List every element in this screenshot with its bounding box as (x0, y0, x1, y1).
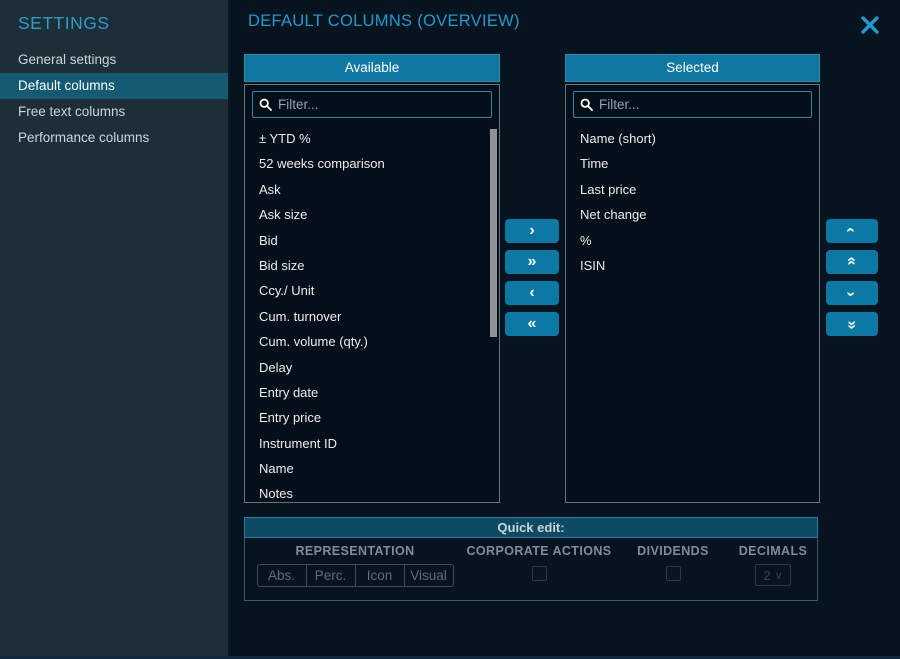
search-icon (259, 98, 272, 111)
available-scrollbar[interactable] (490, 129, 497, 337)
double-chevron-down-icon: » (841, 321, 863, 328)
double-chevron-up-icon: » (841, 259, 863, 266)
available-list-item[interactable]: 52 weeks comparison (245, 151, 499, 176)
available-list-item[interactable]: Cum. turnover (245, 304, 499, 329)
available-list-item[interactable]: Ccy./ Unit (245, 278, 499, 303)
settings-sidebar: SETTINGS General settings Default columns… (0, 0, 230, 659)
decimals-value: 2 (763, 568, 770, 583)
selected-body: Name (short)TimeLast priceNet change%ISI… (565, 84, 820, 503)
chevron-up-icon: › (841, 229, 863, 232)
available-list-item[interactable]: Ask size (245, 202, 499, 227)
available-list: ± YTD %52 weeks comparisonAskAsk sizeBid… (245, 126, 499, 503)
move-down-button[interactable]: › (826, 281, 878, 305)
move-all-right-button[interactable]: » (505, 250, 559, 274)
representation-icon-button[interactable]: Icon (355, 564, 405, 587)
representation-segmented-control: Abs. Perc. Icon Visual (257, 564, 454, 587)
selected-list-item[interactable]: ISIN (566, 253, 819, 278)
decimals-group: DECIMALS 2 ∨ (727, 544, 819, 586)
corporate-actions-checkbox[interactable] (532, 566, 547, 581)
selected-header: Selected (565, 54, 820, 82)
chevron-down-icon: › (841, 291, 863, 294)
sidebar-item[interactable]: Performance columns (0, 125, 228, 151)
double-chevron-left-icon: « (528, 314, 537, 334)
selected-list-item[interactable]: Time (566, 151, 819, 176)
representation-visual-button[interactable]: Visual (404, 564, 454, 587)
close-button[interactable] (856, 13, 884, 39)
selected-list-item[interactable]: Name (short) (566, 126, 819, 151)
double-chevron-right-icon: » (528, 252, 537, 272)
move-all-left-button[interactable]: « (505, 312, 559, 336)
available-list-item[interactable]: ± YTD % (245, 126, 499, 151)
available-filter (252, 91, 492, 118)
available-list-item[interactable]: Ask (245, 177, 499, 202)
available-list-item[interactable]: Entry date (245, 380, 499, 405)
available-body: ± YTD %52 weeks comparisonAskAsk sizeBid… (244, 84, 500, 503)
close-icon (859, 14, 881, 36)
move-top-button[interactable]: » (826, 250, 878, 274)
corporate-actions-group: CORPORATE ACTIONS (458, 544, 620, 586)
available-list-item[interactable]: Instrument ID (245, 431, 499, 456)
selected-list-item[interactable]: Last price (566, 177, 819, 202)
corporate-actions-label: CORPORATE ACTIONS (458, 544, 620, 558)
available-list-item[interactable]: Notes (245, 481, 499, 503)
available-list-item[interactable]: Bid (245, 228, 499, 253)
sidebar-item[interactable]: General settings (0, 47, 228, 73)
sidebar-item-label: Free text columns (18, 104, 125, 119)
dividends-group: DIVIDENDS (623, 544, 723, 586)
available-filter-input[interactable] (276, 96, 485, 113)
sidebar-item[interactable]: Free text columns (0, 99, 228, 125)
quick-edit-header: Quick edit: (244, 517, 818, 538)
sidebar-item-label: Performance columns (18, 130, 149, 145)
sidebar-title: SETTINGS (0, 0, 228, 45)
selected-filter-input[interactable] (597, 96, 805, 113)
move-left-button[interactable]: ‹ (505, 281, 559, 305)
quick-edit-panel: REPRESENTATION Abs. Perc. Icon Visual CO… (244, 537, 818, 601)
representation-label: REPRESENTATION (253, 544, 457, 558)
dividends-checkbox[interactable] (666, 566, 681, 581)
selected-panel: Selected Name (short)TimeLast priceNet c… (565, 54, 820, 503)
settings-window: SETTINGS General settings Default columns… (0, 0, 900, 659)
representation-group: REPRESENTATION Abs. Perc. Icon Visual (253, 544, 457, 587)
search-icon (580, 98, 593, 111)
selected-filter (573, 91, 812, 118)
sidebar-item[interactable]: Default columns (0, 73, 228, 99)
available-list-item[interactable]: Entry price (245, 405, 499, 430)
available-panel: Available ± YTD %52 weeks comparisonAskA… (244, 54, 500, 503)
decimals-label: DECIMALS (727, 544, 819, 558)
available-list-item[interactable]: Cum. volume (qty.) (245, 329, 499, 354)
sidebar-item-label: General settings (18, 52, 116, 67)
available-list-item[interactable]: Delay (245, 355, 499, 380)
move-bottom-button[interactable]: » (826, 312, 878, 336)
selected-list-item[interactable]: Net change (566, 202, 819, 227)
page-title: DEFAULT COLUMNS (OVERVIEW) (248, 12, 520, 31)
decimals-dropdown[interactable]: 2 ∨ (755, 564, 791, 586)
representation-perc-button[interactable]: Perc. (306, 564, 356, 587)
selected-list-item[interactable]: % (566, 228, 819, 253)
default-columns-dialog: DEFAULT COLUMNS (OVERVIEW) Available ± Y… (230, 0, 900, 659)
dividends-label: DIVIDENDS (623, 544, 723, 558)
chevron-right-icon: › (529, 221, 534, 241)
sidebar-nav: General settings Default columns Free text… (0, 47, 228, 151)
available-list-item[interactable]: Bid size (245, 253, 499, 278)
selected-list: Name (short)TimeLast priceNet change%ISI… (566, 126, 819, 278)
move-up-button[interactable]: › (826, 219, 878, 243)
sidebar-item-label: Default columns (18, 78, 115, 93)
chevron-left-icon: ‹ (529, 283, 534, 303)
move-right-button[interactable]: › (505, 219, 559, 243)
available-header: Available (244, 54, 500, 82)
representation-abs-button[interactable]: Abs. (257, 564, 307, 587)
dropdown-chevron-icon: ∨ (775, 569, 783, 582)
available-list-item[interactable]: Name (245, 456, 499, 481)
